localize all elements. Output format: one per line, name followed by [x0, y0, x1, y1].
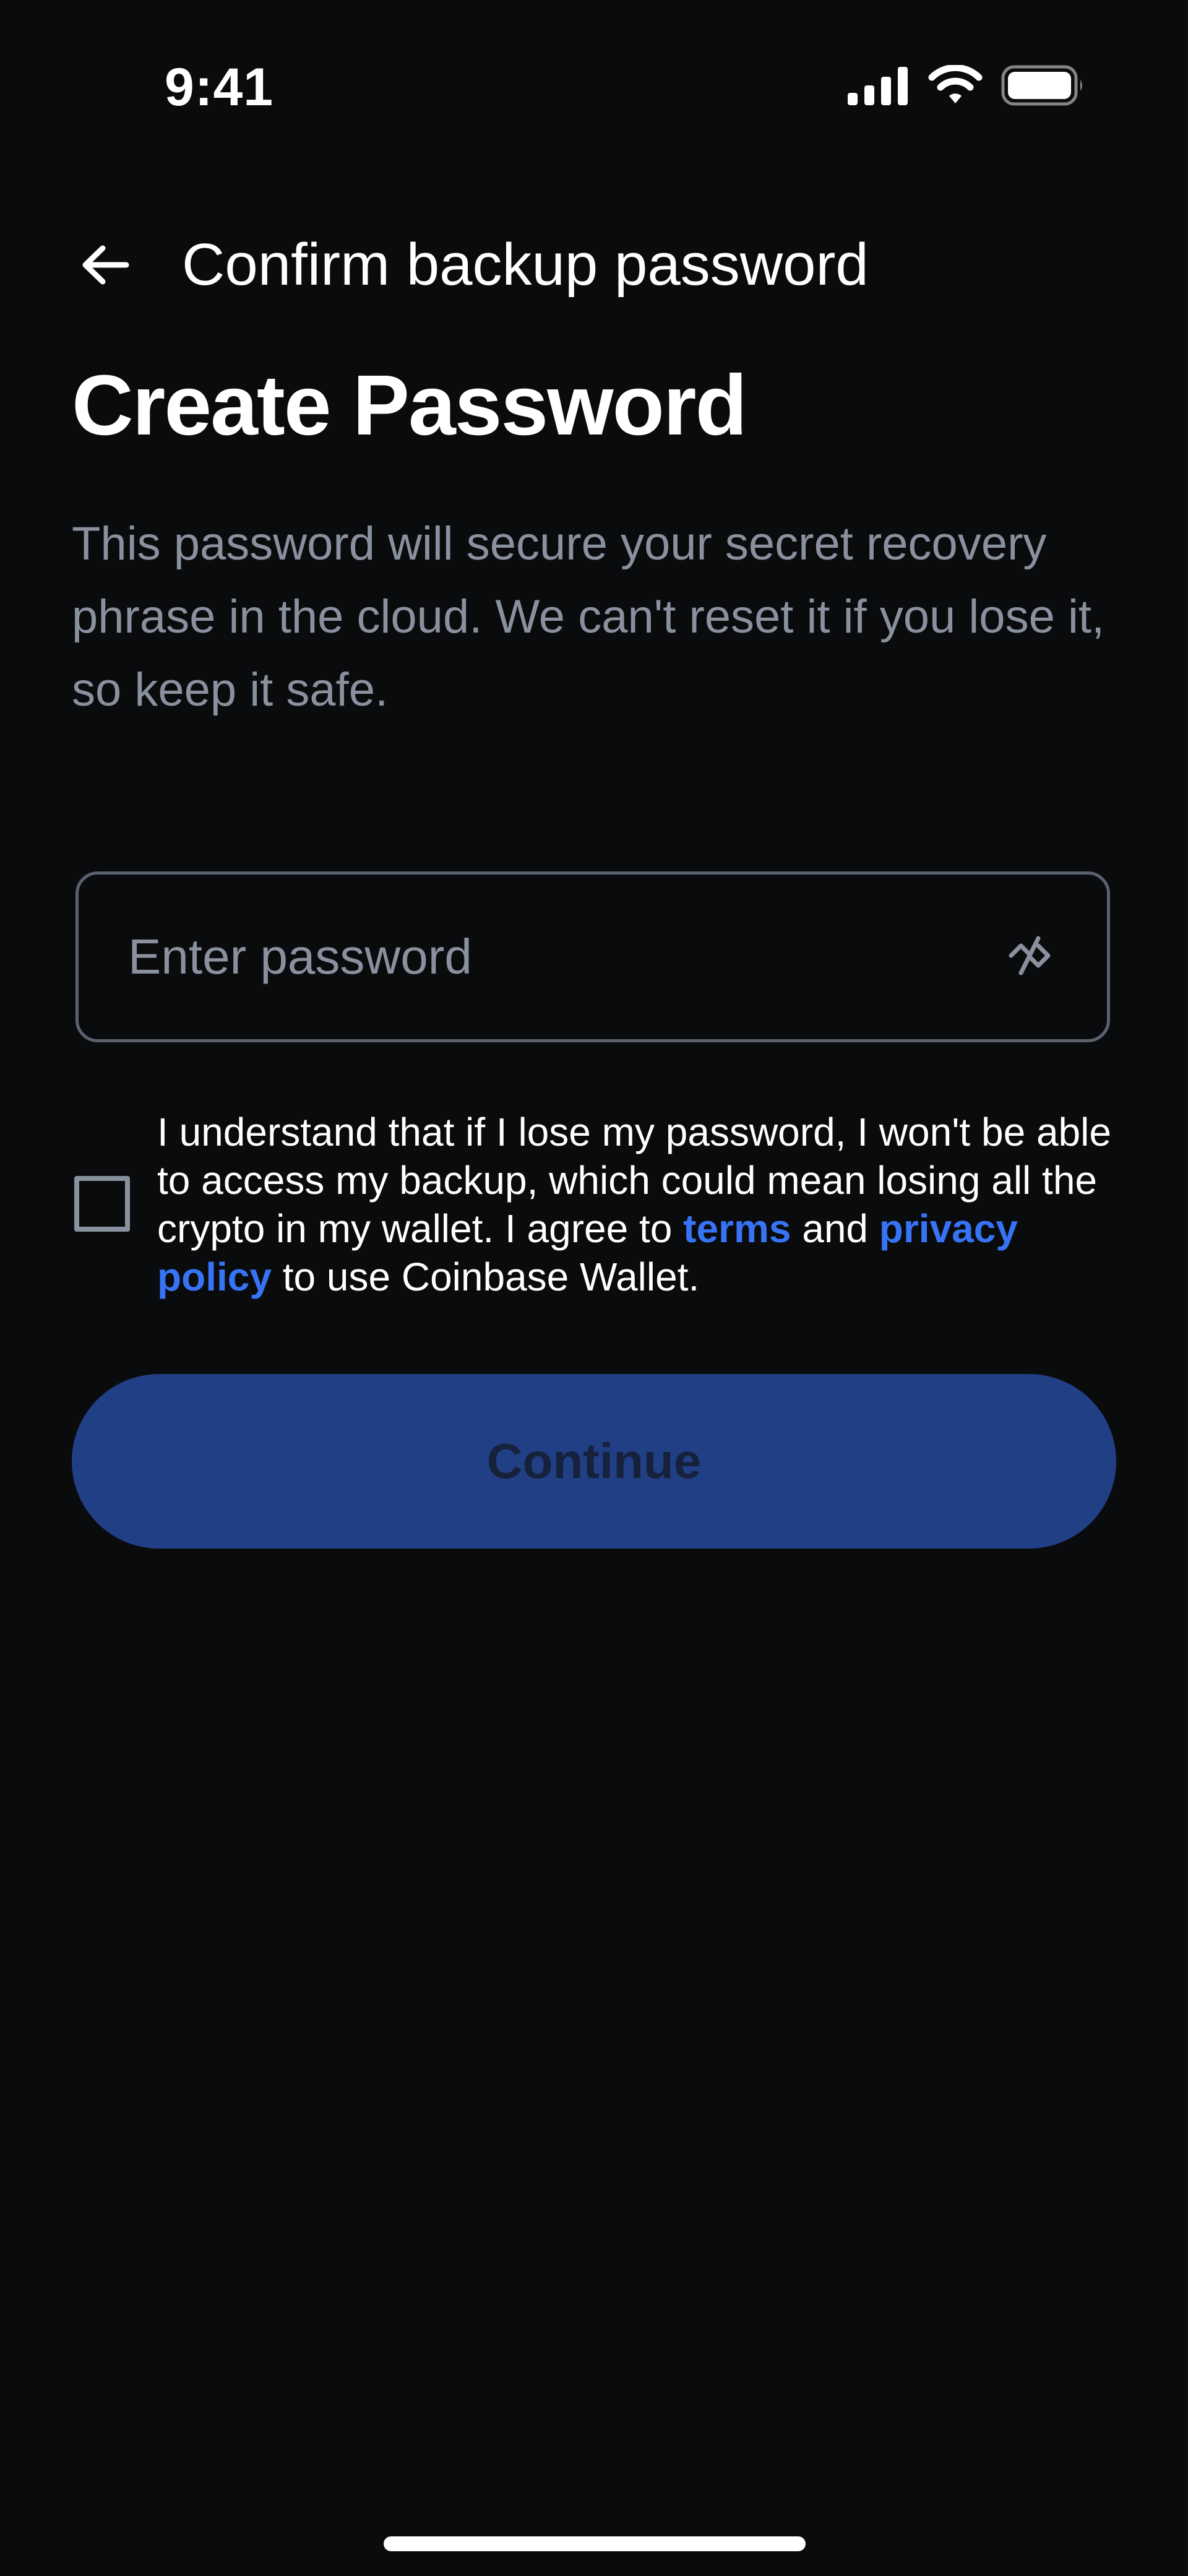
eye-off-icon — [1005, 931, 1054, 983]
page-description: This password will secure your secret re… — [72, 517, 1105, 716]
cellular-signal-icon — [848, 66, 910, 108]
agreement-section: I understand that if I lose my password,… — [72, 1108, 1136, 1312]
wifi-icon — [927, 64, 984, 109]
status-icons — [848, 62, 1085, 111]
page-title: Create Password — [72, 358, 747, 453]
nav-title: Confirm backup password — [182, 231, 869, 298]
agree-checkbox[interactable] — [74, 1176, 130, 1232]
agreement-text-middle: and — [791, 1206, 879, 1251]
battery-icon — [1001, 65, 1085, 109]
status-time: 9:41 — [165, 58, 274, 117]
agreement-text-after: to use Coinbase Wallet. — [271, 1255, 700, 1299]
terms-link[interactable]: terms — [683, 1206, 791, 1251]
agreement-text: I understand that if I lose my password,… — [157, 1108, 1141, 1301]
nav-bar: Confirm backup password — [0, 210, 1188, 322]
home-indicator[interactable] — [384, 2536, 806, 2551]
visibility-toggle-button[interactable] — [996, 923, 1064, 991]
back-button[interactable] — [62, 223, 148, 309]
password-field[interactable] — [75, 871, 1110, 1042]
continue-button[interactable]: Continue — [72, 1374, 1116, 1549]
password-input[interactable] — [128, 875, 982, 1039]
arrow-left-icon — [80, 243, 130, 290]
status-bar: 9:41 — [0, 0, 1188, 173]
